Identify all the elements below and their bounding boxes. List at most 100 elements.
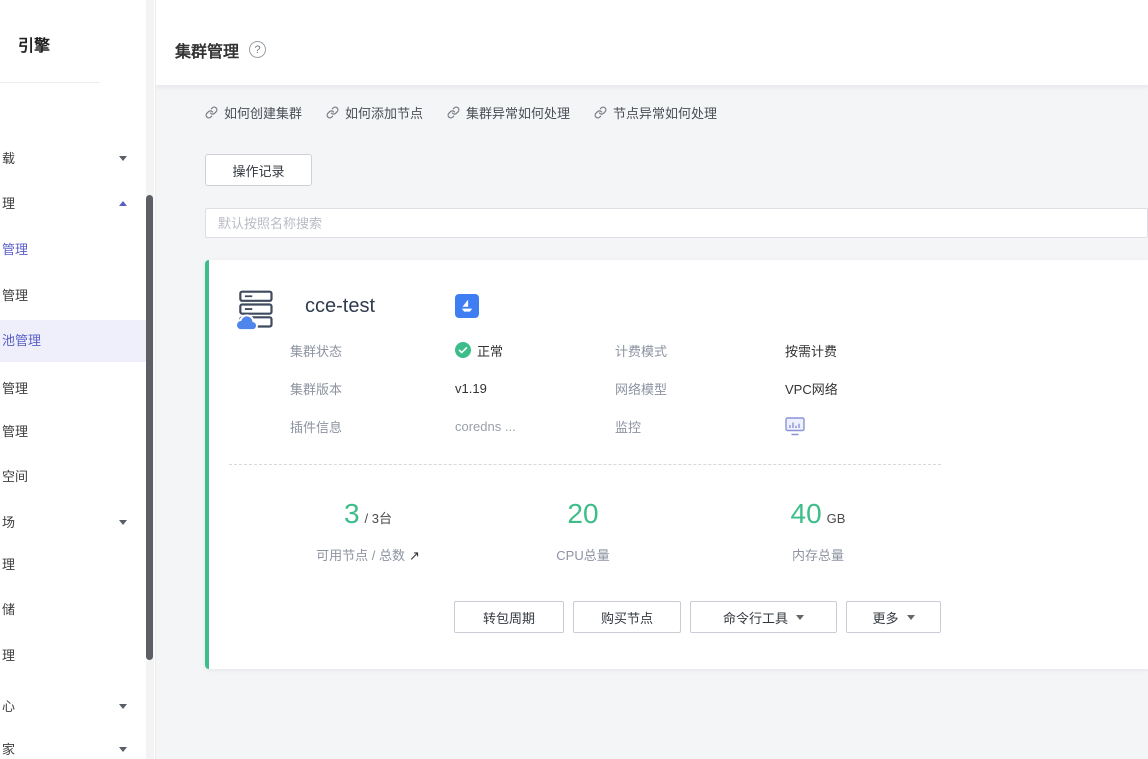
link-icon — [326, 106, 339, 119]
sidebar-item-7[interactable]: 管理 — [0, 412, 146, 452]
sidebar-scrollbar[interactable] — [146, 0, 154, 759]
external-link-arrow[interactable]: ↗ — [409, 548, 420, 563]
sidebar-item-label: 场 — [2, 515, 16, 530]
help-link-label: 集群异常如何处理 — [466, 105, 571, 121]
cluster-name[interactable]: cce-test — [305, 295, 455, 318]
link-icon — [447, 106, 460, 119]
info-label: 计费模式 — [615, 343, 668, 359]
cluster-info: cce-test 集群状态 正常 计费模式 按需计费 集群版本 v1.19 网络… — [290, 284, 1148, 438]
sidebar-item-8[interactable]: 空间 — [0, 457, 146, 497]
help-links: 如何创建集群 如何添加节点 集群异常如何处理 节点异常如何处理 — [205, 97, 1148, 127]
info-value: coredns ... — [455, 418, 516, 434]
info-label: 插件信息 — [290, 419, 343, 435]
sidebar-item-label: 心 — [2, 699, 16, 714]
info-value: VPC网络 — [785, 381, 838, 397]
change-billing-button[interactable]: 转包周期 — [454, 601, 564, 633]
sidebar-item-label: 理 — [2, 557, 16, 572]
sidebar-item-6[interactable]: 管理 — [0, 369, 146, 409]
stat-cpu-total: 20 CPU总量 — [483, 497, 683, 564]
sidebar-item-2[interactable]: 理 — [0, 184, 146, 224]
link-icon — [594, 106, 607, 119]
help-link-node-exception[interactable]: 节点异常如何处理 — [594, 103, 717, 122]
sidebar-item-label: 管理 — [2, 242, 29, 257]
cluster-card: cce-test 集群状态 正常 计费模式 按需计费 集群版本 v1.19 网络… — [205, 260, 1148, 669]
button-label: 购买节点 — [600, 610, 653, 626]
info-label: 集群状态 — [290, 343, 343, 359]
status-badge: 正常 — [455, 341, 503, 360]
operation-record-button[interactable]: 操作记录 — [205, 154, 312, 186]
sidebar-item-label: 理 — [2, 648, 16, 663]
sidebar-item-4[interactable]: 管理 — [0, 276, 146, 316]
sidebar-item-1[interactable]: 载 — [0, 139, 146, 179]
stat-label: CPU总量 — [556, 548, 610, 563]
chevron-down-icon — [119, 747, 127, 752]
stat-available-nodes: 3 / 3台 可用节点 / 总数 ↗ — [268, 497, 468, 564]
cluster-card-header: cce-test 集群状态 正常 计费模式 按需计费 集群版本 v1.19 网络… — [209, 260, 1148, 438]
help-icon[interactable]: ? — [249, 41, 267, 58]
cluster-icon — [233, 288, 277, 332]
stat-suffix: / 3台 — [364, 511, 393, 526]
sidebar-item-label: 管理 — [2, 288, 29, 303]
stat-label: 内存总量 — [791, 548, 844, 563]
button-label: 更多 — [872, 610, 899, 626]
content: 如何创建集群 如何添加节点 集群异常如何处理 节点异常如何处理 操作记录 默认按… — [156, 85, 1148, 759]
cluster-actions: 转包周期 购买节点 命令行工具 更多 — [229, 601, 941, 633]
stat-value: 3 — [343, 498, 360, 529]
stat-value: 40 — [790, 498, 822, 529]
sidebar-item-label: 管理 — [2, 424, 29, 439]
sidebar-item-label: 池管理 — [2, 333, 42, 348]
help-link-cluster-exception[interactable]: 集群异常如何处理 — [447, 103, 570, 122]
stat-suffix: GB — [826, 511, 846, 526]
cluster-stats: 3 / 3台 可用节点 / 总数 ↗ 20 CPU总量 40 GB 内存总量 — [209, 497, 1148, 564]
sidebar: 引擎 载 理 管理 管理 池管理 管理 管理 空间 场 理 储 理 心 家 — [0, 0, 156, 759]
chevron-down-icon — [796, 614, 804, 620]
app-root: 引擎 载 理 管理 管理 池管理 管理 管理 空间 场 理 储 理 心 家 集群… — [0, 0, 1148, 759]
sidebar-item-3[interactable]: 管理 — [0, 230, 146, 270]
button-label: 转包周期 — [482, 610, 535, 626]
page-header: 集群管理 ? — [156, 0, 1148, 85]
chevron-down-icon — [119, 520, 127, 525]
cluster-title-row: cce-test — [290, 284, 1148, 328]
help-link-label: 如何创建集群 — [224, 105, 303, 121]
chevron-down-icon — [119, 704, 127, 709]
sidebar-item-label: 理 — [2, 196, 16, 211]
sidebar-item-label: 载 — [2, 151, 16, 166]
sidebar-item-label: 家 — [2, 742, 16, 757]
help-link-create-cluster[interactable]: 如何创建集群 — [205, 103, 302, 122]
sidebar-item-10[interactable]: 理 — [0, 545, 146, 585]
info-label: 网络模型 — [615, 381, 668, 397]
sidebar-item-11[interactable]: 储 — [0, 590, 146, 630]
sidebar-item-12[interactable]: 理 — [0, 636, 146, 676]
scrollbar-thumb[interactable] — [146, 195, 153, 660]
sidebar-item-14[interactable]: 家 — [0, 730, 146, 759]
sidebar-item-5[interactable]: 池管理 — [0, 320, 146, 362]
cli-tools-button[interactable]: 命令行工具 — [690, 601, 837, 633]
sidebar-item-9[interactable]: 场 — [0, 503, 146, 543]
sidebar-item-label: 储 — [2, 602, 16, 617]
chevron-up-icon — [119, 201, 127, 206]
sidebar-item-13[interactable]: 心 — [0, 687, 146, 727]
divider — [229, 464, 941, 465]
cluster-info-grid: 集群状态 正常 计费模式 按需计费 集群版本 v1.19 网络模型 VPC网络 … — [290, 338, 1148, 438]
help-link-label: 如何添加节点 — [345, 105, 424, 121]
help-link-add-node[interactable]: 如何添加节点 — [326, 103, 423, 122]
status-text: 正常 — [477, 343, 504, 359]
info-label: 集群版本 — [290, 381, 343, 397]
chevron-down-icon — [906, 614, 915, 620]
buy-node-button[interactable]: 购买节点 — [573, 601, 681, 633]
chevron-down-icon — [119, 156, 127, 161]
link-icon — [205, 106, 218, 119]
monitor-icon[interactable] — [785, 416, 805, 436]
help-link-label: 节点异常如何处理 — [613, 105, 718, 121]
sailboat-badge-icon — [455, 294, 479, 318]
stat-value: 20 — [567, 498, 599, 529]
page-title: 集群管理 — [175, 43, 240, 61]
button-label: 命令行工具 — [722, 610, 788, 626]
stat-label: 可用节点 / 总数 — [316, 548, 405, 563]
info-value: v1.19 — [455, 380, 487, 396]
sidebar-item-label: 空间 — [2, 469, 29, 484]
main-area: 集群管理 ? 如何创建集群 如何添加节点 集群异常如何处理 节点异常如何处理 操… — [156, 0, 1148, 759]
sidebar-menu: 载 理 管理 管理 池管理 管理 管理 空间 场 理 储 理 心 家 — [0, 0, 146, 759]
more-button[interactable]: 更多 — [846, 601, 941, 633]
search-input[interactable] — [205, 208, 1148, 238]
